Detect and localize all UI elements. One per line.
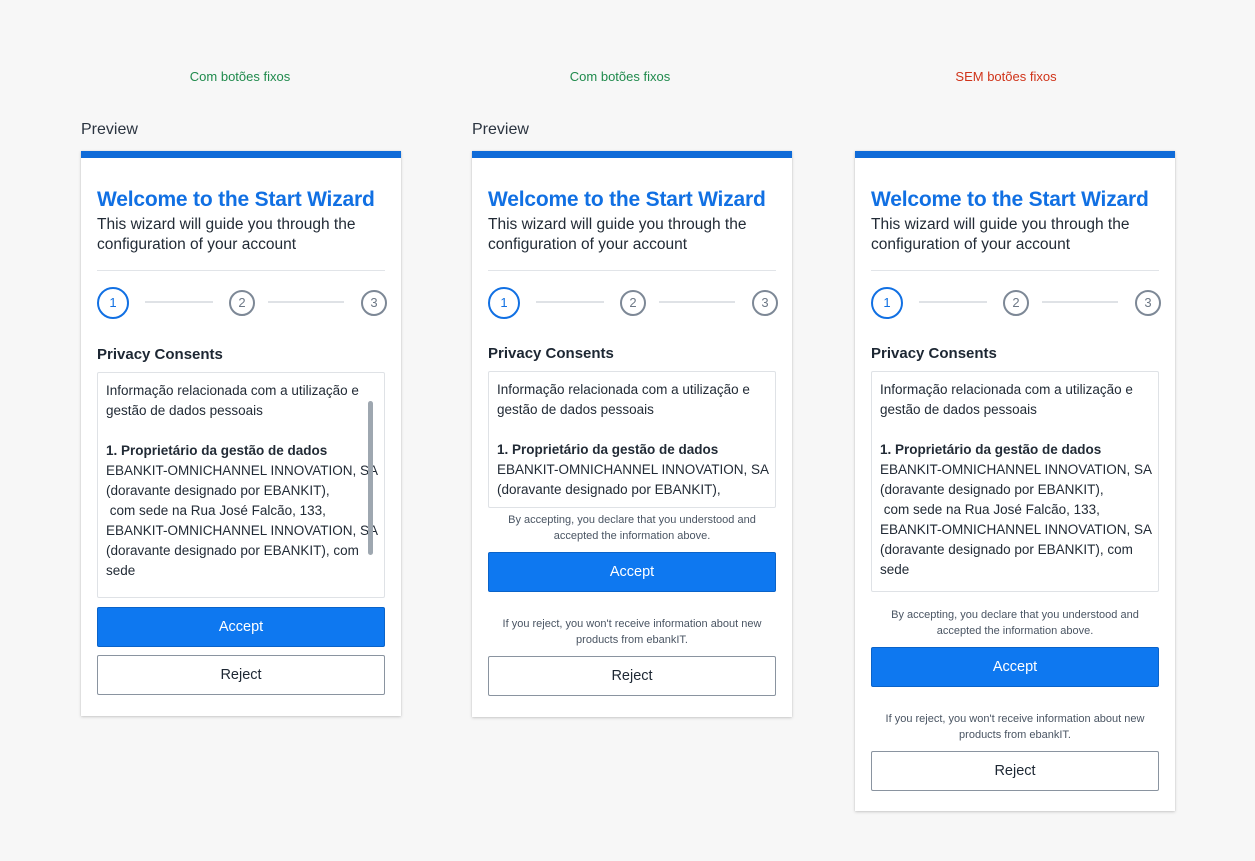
consent-line: sede	[880, 562, 910, 577]
scrollbar[interactable]	[368, 401, 373, 555]
consent-line: EBANKIT-OMNICHANNEL INNOVATION, SA	[497, 462, 770, 477]
consent-line: (doravante designado por EBANKIT),	[106, 483, 330, 498]
consent-line: com sede na Rua José Falcão, 133,	[106, 503, 326, 518]
accept-button[interactable]: Accept	[97, 607, 385, 647]
preview-label: Preview	[472, 121, 529, 138]
consent-line: EBANKIT-OMNICHANNEL INNOVATION, SA	[880, 522, 1153, 537]
section-title: Privacy Consents	[97, 346, 223, 363]
wizard-card-fixed-buttons-scroll: Welcome to the Start Wizard This wizard …	[81, 151, 401, 716]
step-1[interactable]: 1	[871, 287, 903, 319]
step-3[interactable]: 3	[361, 290, 387, 316]
consent-line: (doravante designado por EBANKIT),	[497, 482, 721, 497]
step-connector	[536, 301, 604, 303]
step-connector	[268, 301, 344, 303]
reject-button[interactable]: Reject	[871, 751, 1159, 791]
consent-line: EBANKIT-OMNICHANNEL INNOVATION, SA	[106, 463, 379, 478]
stepper: 1 2 3	[871, 287, 1161, 319]
step-2[interactable]: 2	[620, 290, 646, 316]
consent-line: (doravante designado por EBANKIT), com	[880, 542, 1133, 557]
consent-heading: 1. Proprietário da gestão de dados	[880, 442, 1102, 457]
divider	[488, 270, 776, 271]
consent-line: sede	[106, 563, 136, 578]
step-1[interactable]: 1	[488, 287, 520, 319]
divider	[97, 270, 385, 271]
divider	[871, 270, 1159, 271]
consent-text-box[interactable]: Informação relacionada com a utilização …	[488, 371, 776, 508]
consent-intro: Informação relacionada com a utilização …	[880, 382, 1133, 417]
consent-heading: 1. Proprietário da gestão de dados	[106, 443, 328, 458]
consent-line: (doravante designado por EBANKIT),	[880, 482, 1104, 497]
wizard-subtitle: This wizard will guide you through the c…	[97, 216, 356, 253]
wizard-card-no-fixed-buttons: Welcome to the Start Wizard This wizard …	[855, 151, 1175, 811]
variant-label-fixed-buttons: Com botões fixos	[569, 69, 671, 84]
consent-line: (doravante designado por EBANKIT), com	[106, 543, 359, 558]
step-3[interactable]: 3	[752, 290, 778, 316]
wizard-subtitle: This wizard will guide you through the c…	[871, 216, 1130, 253]
accept-note: By accepting, you declare that you under…	[508, 514, 756, 542]
wizard-card-fixed-buttons-notes: Welcome to the Start Wizard This wizard …	[472, 151, 792, 717]
wizard-title: Welcome to the Start Wizard	[871, 188, 1149, 211]
step-2[interactable]: 2	[229, 290, 255, 316]
accept-note: By accepting, you declare that you under…	[891, 609, 1139, 637]
consent-line: com sede na Rua José Falcão, 133,	[880, 502, 1100, 517]
reject-button[interactable]: Reject	[97, 655, 385, 695]
wizard-title: Welcome to the Start Wizard	[488, 188, 766, 211]
accept-button[interactable]: Accept	[871, 647, 1159, 687]
consent-line: EBANKIT-OMNICHANNEL INNOVATION, SA	[880, 462, 1153, 477]
consent-text-box[interactable]: Informação relacionada com a utilização …	[97, 372, 385, 598]
step-3[interactable]: 3	[1135, 290, 1161, 316]
reject-note: If you reject, you won't receive informa…	[885, 713, 1145, 741]
step-connector	[659, 301, 735, 303]
consent-line: EBANKIT-OMNICHANNEL INNOVATION, SA	[106, 523, 379, 538]
reject-note: If you reject, you won't receive informa…	[502, 618, 762, 646]
variant-label-no-fixed-buttons: SEM botões fixos	[955, 69, 1057, 84]
consent-text-box: Informação relacionada com a utilização …	[871, 371, 1159, 592]
stepper: 1 2 3	[488, 287, 778, 319]
step-connector	[919, 301, 987, 303]
step-connector	[145, 301, 213, 303]
reject-button[interactable]: Reject	[488, 656, 776, 696]
preview-label: Preview	[81, 121, 138, 138]
section-title: Privacy Consents	[871, 345, 997, 362]
stepper: 1 2 3	[97, 287, 387, 319]
step-1[interactable]: 1	[97, 287, 129, 319]
wizard-title: Welcome to the Start Wizard	[97, 188, 375, 211]
consent-heading: 1. Proprietário da gestão de dados	[497, 442, 719, 457]
accept-button[interactable]: Accept	[488, 552, 776, 592]
step-connector	[1042, 301, 1118, 303]
consent-intro: Informação relacionada com a utilização …	[106, 383, 359, 418]
consent-intro: Informação relacionada com a utilização …	[497, 382, 750, 417]
step-2[interactable]: 2	[1003, 290, 1029, 316]
variant-label-fixed-buttons: Com botões fixos	[189, 69, 291, 84]
section-title: Privacy Consents	[488, 345, 614, 362]
wizard-subtitle: This wizard will guide you through the c…	[488, 216, 747, 253]
